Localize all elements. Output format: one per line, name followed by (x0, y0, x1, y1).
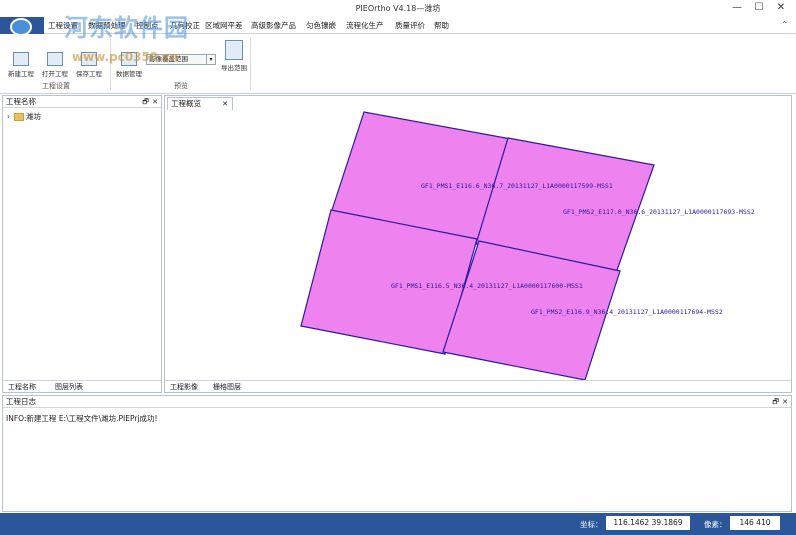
overview-tab-label: 工程概览 (171, 99, 201, 108)
new-project-icon (13, 52, 29, 66)
close-icon[interactable]: ✕ (152, 96, 158, 108)
tree-node-project[interactable]: › 潍坊 (7, 111, 41, 122)
log-panel-header: 工程日志 🗗 ✕ (3, 396, 791, 408)
tab-help[interactable]: 帮助 (434, 20, 449, 31)
tree-node-label: 潍坊 (26, 112, 41, 121)
tab-block-adjustment[interactable]: 区域网平差 (205, 20, 243, 31)
tab-advanced-products[interactable]: 高级影像产品 (251, 20, 296, 31)
log-panel-title: 工程日志 (6, 397, 36, 406)
ribbon-group-divider (110, 38, 111, 90)
minimize-button[interactable]: — (726, 1, 748, 15)
tab-project-overview[interactable]: 工程概览 ✕ (167, 97, 233, 110)
export-range-button[interactable]: 导出范围 (220, 40, 248, 72)
file-menu-button[interactable] (0, 17, 44, 36)
folder-icon (14, 113, 24, 121)
maximize-button[interactable]: ☐ (748, 1, 770, 15)
map-panel-tabs: 工程影像 栅格图层 (165, 380, 791, 392)
scene-label: GF1_PMS1_E116.6_N36.7_20131127_L1A000011… (421, 182, 613, 190)
open-project-label: 打开工程 (42, 70, 68, 78)
pin-icon[interactable]: 🗗 (772, 396, 779, 408)
map-canvas[interactable]: GF1_PMS1_E116.6_N36.7_20131127_L1A000011… (165, 110, 791, 380)
data-manage-label: 数据管理 (116, 70, 142, 78)
open-project-button[interactable]: 打开工程 (40, 52, 70, 78)
tab-quality-evaluation[interactable]: 质量评价 (395, 20, 425, 31)
pixel-label: 像素： (704, 520, 727, 529)
panel-title: 工程名称 🗗 ✕ (3, 96, 161, 108)
export-range-icon (225, 40, 243, 60)
close-icon[interactable]: ✕ (222, 98, 228, 110)
tab-workflow-production[interactable]: 流程化生产 (346, 20, 384, 31)
ribbon-collapse-icon[interactable]: ⌃ (781, 20, 788, 29)
status-bar: 坐标： 116.1462 39.1869 像素： 146 410 (0, 513, 796, 535)
tab-raster-layers[interactable]: 栅格图层 (213, 382, 241, 392)
coord-value: 116.1462 39.1869 (606, 516, 690, 530)
open-project-icon (47, 52, 63, 66)
scene-label: GF1_PMS1_E116.5_N36.4_20131127_L1A000011… (391, 282, 583, 290)
ribbon-body: 新建工程 打开工程 保存工程 数据管理 影像覆盖范围 ▾ 导出范围 工程设置 预… (0, 34, 796, 94)
watermark-url: www.pc0359.cn (72, 50, 179, 64)
pixel-value: 146 410 (730, 516, 780, 530)
tab-project-name[interactable]: 工程名称 (8, 382, 36, 392)
save-project-label: 保存工程 (76, 70, 102, 78)
pin-icon[interactable]: 🗗 (142, 96, 149, 108)
tab-layer-list[interactable]: 图层列表 (55, 382, 83, 392)
project-log-panel: 工程日志 🗗 ✕ INFO:新建工程 E:\工程文件\潍坊.PIEPrj成功! (2, 395, 792, 512)
coord-label: 坐标： (580, 520, 603, 529)
left-panel-tabs: 工程名称 图层列表 (3, 380, 161, 392)
close-icon[interactable]: ✕ (782, 396, 788, 408)
ribbon-group-label-project: 工程设置 (42, 82, 70, 90)
new-project-label: 新建工程 (8, 70, 34, 78)
scene-footprints (300, 111, 655, 380)
log-line: INFO:新建工程 E:\工程文件\潍坊.PIEPrj成功! (6, 414, 158, 423)
chevron-right-icon[interactable]: › (7, 112, 10, 121)
project-tree-panel: 工程名称 🗗 ✕ › 潍坊 工程名称 图层列表 (2, 95, 162, 393)
scene-label: GF1_PMS2_E116.9_N36.4_20131127_L1A000011… (531, 308, 723, 316)
ribbon-group-label-preview: 预览 (174, 82, 188, 90)
scene-label: GF1_PMS2_E117.0_N36.6_20131127_L1A000011… (563, 208, 755, 216)
new-project-button[interactable]: 新建工程 (6, 52, 36, 78)
project-tree-title: 工程名称 (6, 97, 36, 106)
tab-color-mosaic[interactable]: 匀色镶嵌 (306, 20, 336, 31)
close-button[interactable]: ✕ (770, 1, 792, 15)
export-range-label: 导出范围 (221, 64, 247, 72)
project-overview-panel: 工程概览 ✕ GF1_PMS1_E116.6_N36.7_20131127_L1… (164, 95, 792, 393)
chevron-down-icon: ▾ (206, 55, 215, 64)
ribbon-group-divider (250, 38, 251, 90)
tab-project-images[interactable]: 工程影像 (170, 382, 198, 392)
watermark-text: 河东软件园 (64, 14, 189, 42)
